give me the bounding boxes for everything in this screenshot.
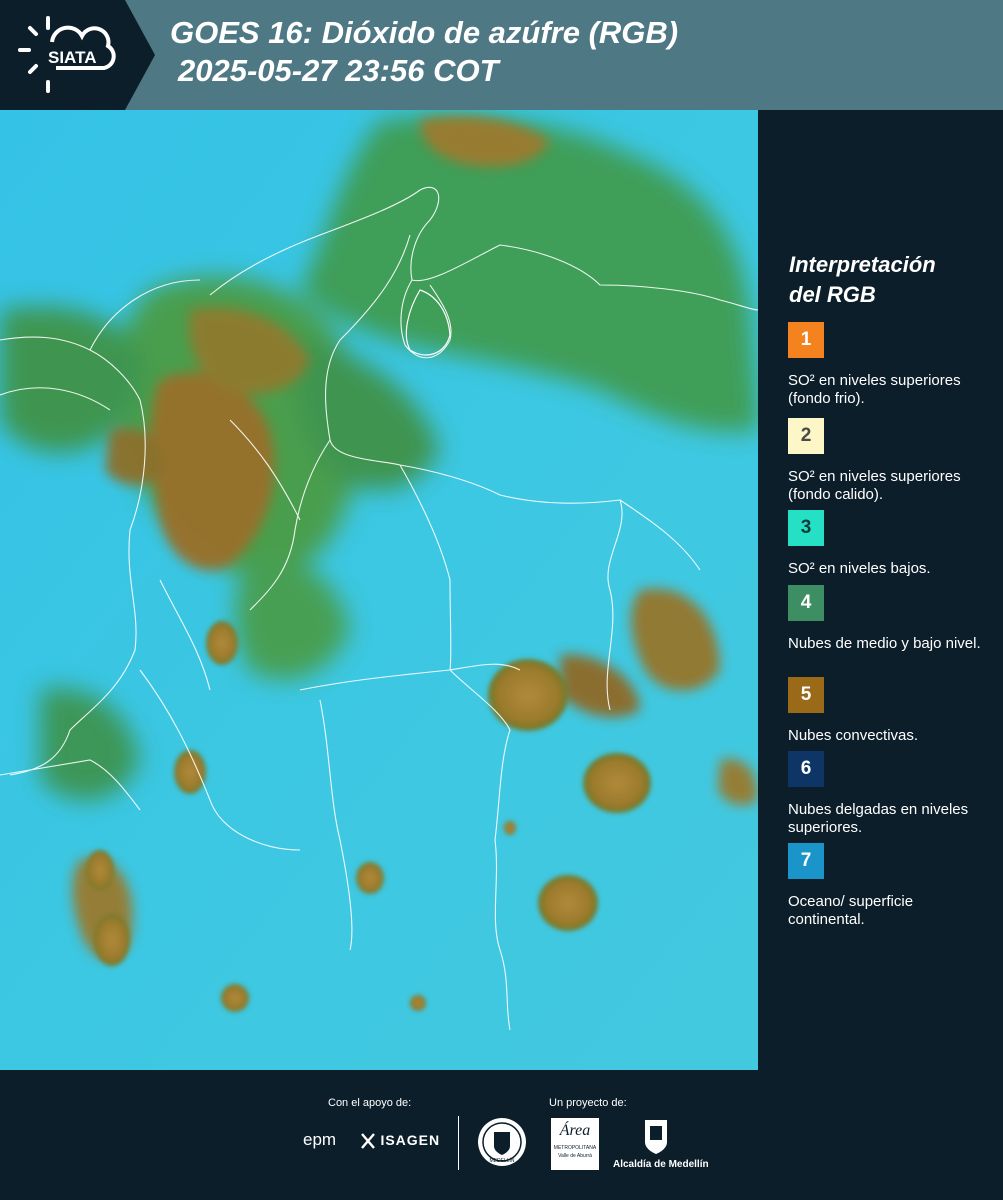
legend-item-7: 7 Oceano/ superficie continental.	[788, 843, 988, 929]
footer-divider	[458, 1116, 459, 1170]
legend-item-2: 2 SO² en niveles superiores (fondo calid…	[788, 418, 988, 504]
legend-swatch-2: 2	[788, 418, 824, 454]
medellin-seal-icon: MEDELLÍN	[482, 1122, 522, 1164]
epm-logo: epm	[303, 1130, 337, 1149]
title-line-1: GOES 16: Dióxido de azúfre (RGB)	[170, 15, 679, 50]
legend-swatch-5: 5	[788, 677, 824, 713]
legend-item-4: 4 Nubes de medio y bajo nivel.	[788, 585, 988, 653]
legend-item-6: 6 Nubes delgadas en niveles superiores.	[788, 751, 988, 837]
area-logo-sub2: Valle de Aburrá	[558, 1153, 592, 1159]
legend-label-3: SO² en niveles bajos.	[788, 560, 931, 577]
legend-item-1: 1 SO² en niveles superiores (fondo frio)…	[788, 322, 988, 408]
legend-label-7: Oceano/ superficie continental.	[788, 893, 914, 928]
legend-title: Interpretación del RGB	[789, 250, 936, 310]
siata-logo-text: SIATA	[48, 48, 96, 67]
legend-panel: Interpretación del RGB 1 SO² en niveles …	[760, 110, 1003, 1070]
project-label: Un proyecto de:	[549, 1097, 627, 1109]
legend-label-6: Nubes delgadas en niveles superiores.	[788, 801, 969, 836]
support-label: Con el apoyo de:	[328, 1097, 412, 1109]
legend-title-line-2: del RGB	[789, 282, 876, 307]
legend-swatch-6: 6	[788, 751, 824, 787]
legend-label-5: Nubes convectivas.	[788, 727, 919, 744]
alcaldia-logo	[641, 1118, 671, 1156]
footer: Con el apoyo de: Un proyecto de: epm ISA…	[0, 1070, 1003, 1200]
legend-swatch-3: 3	[788, 510, 824, 546]
title-line-2: 2025-05-27 23:56 COT	[178, 53, 499, 88]
legend-swatch-7: 7	[788, 843, 824, 879]
area-logo-text: Área	[559, 1122, 591, 1139]
isagen-logo: ISAGEN	[360, 1132, 440, 1150]
satellite-map-image	[0, 110, 758, 1070]
legend-item-5: 5 Nubes convectivas.	[788, 677, 988, 745]
satellite-map	[0, 110, 758, 1070]
legend-title-line-1: Interpretación	[789, 252, 936, 277]
legend-item-3: 3 SO² en niveles bajos.	[788, 510, 988, 578]
header-bar: SIATA GOES 16: Dióxido de azúfre (RGB) 20…	[0, 0, 1003, 110]
page-title: GOES 16: Dióxido de azúfre (RGB) 2025-05-…	[170, 14, 678, 90]
legend-label-2: SO² en niveles superiores (fondo calido)…	[788, 468, 961, 503]
alcaldia-shield-icon	[645, 1120, 667, 1154]
area-metropolitana-logo: Área METROPOLITANA Valle de Aburrá	[551, 1118, 599, 1170]
legend-swatch-4: 4	[788, 585, 824, 621]
isagen-icon	[361, 1133, 375, 1149]
alcaldia-text: Alcaldía de Medellín	[613, 1159, 709, 1170]
isagen-text: ISAGEN	[380, 1132, 441, 1149]
medellin-seal-logo: MEDELLÍN	[478, 1118, 526, 1166]
legend-label-1: SO² en niveles superiores (fondo frio).	[788, 372, 961, 407]
siata-logo: SIATA	[0, 0, 155, 110]
area-logo-sub: METROPOLITANA	[553, 1145, 597, 1151]
legend-swatch-1: 1	[788, 322, 824, 358]
medellin-seal-text: MEDELLÍN	[489, 1157, 514, 1164]
legend-label-4: Nubes de medio y bajo nivel.	[788, 635, 981, 652]
